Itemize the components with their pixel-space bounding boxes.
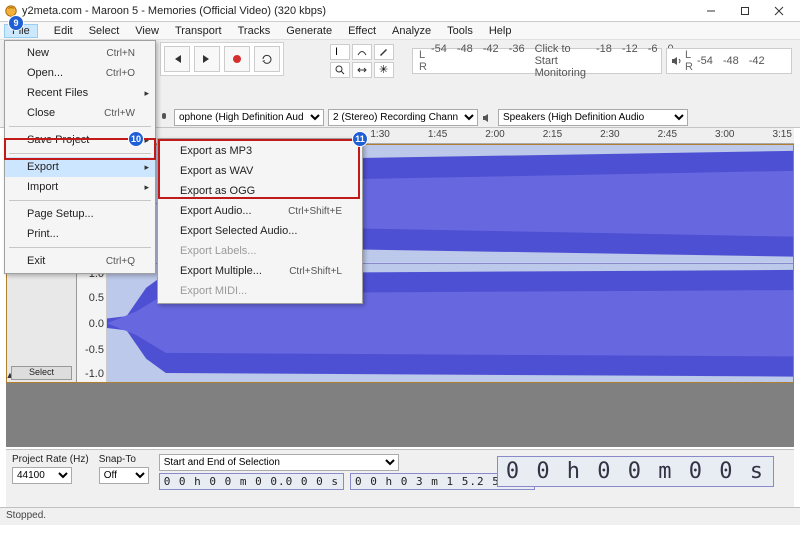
speaker-icon: [482, 112, 494, 124]
window-title: y2meta.com - Maroon 5 - Memories (Offici…: [22, 5, 694, 17]
playback-device-select[interactable]: Speakers (High Definition Audio: [498, 109, 688, 126]
snap-to-label: Snap-To: [99, 454, 149, 465]
project-rate-select[interactable]: 44100: [12, 467, 72, 484]
menu-view[interactable]: View: [127, 24, 167, 38]
export-labels: Export Labels...: [158, 241, 362, 261]
minimize-button[interactable]: [694, 1, 728, 21]
selection-mode-select[interactable]: Start and End of Selection: [159, 454, 399, 471]
playback-meter[interactable]: LR -54-48-42: [666, 48, 792, 74]
project-rate-label: Project Rate (Hz): [12, 454, 89, 465]
recording-meter[interactable]: LR -54-48-42-36 Click to Start Monitorin…: [412, 48, 662, 74]
export-submenu: Export as MP3 Export as WAV Export as OG…: [157, 138, 363, 304]
file-menu-open[interactable]: Open...Ctrl+O: [5, 63, 155, 83]
export-selected-audio[interactable]: Export Selected Audio...: [158, 221, 362, 241]
maximize-button[interactable]: [728, 1, 762, 21]
snap-to-select[interactable]: Off: [99, 467, 149, 484]
track-select-button[interactable]: Select: [11, 366, 72, 380]
draw-tool[interactable]: [374, 44, 394, 60]
transport-toolbar: [160, 42, 284, 76]
tool-palette: I ✳: [330, 44, 400, 78]
file-menu-dropdown: NewCtrl+N Open...Ctrl+O Recent Files▸ Cl…: [4, 40, 156, 274]
titlebar: y2meta.com - Maroon 5 - Memories (Offici…: [0, 0, 800, 22]
menu-select[interactable]: Select: [81, 24, 128, 38]
record-button[interactable]: [224, 46, 250, 72]
speaker-icon: [671, 55, 683, 67]
menu-effect[interactable]: Effect: [340, 24, 384, 38]
export-wav[interactable]: Export as WAV: [158, 161, 362, 181]
selection-tool[interactable]: I: [330, 44, 350, 60]
callout-badge-11: 11: [352, 131, 368, 147]
menu-generate[interactable]: Generate: [278, 24, 340, 38]
envelope-tool[interactable]: [352, 44, 372, 60]
timeshift-tool[interactable]: [352, 62, 372, 78]
close-button[interactable]: [762, 1, 796, 21]
recording-channels-select[interactable]: 2 (Stereo) Recording Chann: [328, 109, 478, 126]
file-menu-recent[interactable]: Recent Files▸: [5, 83, 155, 103]
file-menu-exit[interactable]: ExitCtrl+Q: [5, 251, 155, 271]
file-menu-new[interactable]: NewCtrl+N: [5, 43, 155, 63]
recording-device-select[interactable]: ophone (High Definition Aud: [174, 109, 324, 126]
selection-toolbar: Project Rate (Hz) 44100 Snap-To Off Star…: [6, 449, 794, 507]
file-menu-page-setup[interactable]: Page Setup...: [5, 204, 155, 224]
status-bar: Stopped.: [0, 507, 800, 525]
export-audio[interactable]: Export Audio...Ctrl+Shift+E: [158, 201, 362, 221]
menu-tools[interactable]: Tools: [439, 24, 481, 38]
svg-text:✳: ✳: [379, 65, 388, 75]
menu-tracks[interactable]: Tracks: [230, 24, 279, 38]
file-menu-export[interactable]: Export▸: [5, 157, 155, 177]
skip-end-button[interactable]: [194, 46, 220, 72]
menu-edit[interactable]: Edit: [46, 24, 81, 38]
file-menu-import[interactable]: Import▸: [5, 177, 155, 197]
selection-start-time[interactable]: 0 0 h 0 0 m 0 0.0 0 0 s: [159, 473, 344, 490]
svg-text:I: I: [335, 47, 338, 57]
menu-transport[interactable]: Transport: [167, 24, 230, 38]
menu-help[interactable]: Help: [481, 24, 520, 38]
empty-track-area[interactable]: [6, 383, 794, 447]
audio-position-time[interactable]: 0 0 h 0 0 m 0 0 s: [497, 456, 774, 487]
skip-start-button[interactable]: [164, 46, 190, 72]
multi-tool[interactable]: ✳: [374, 62, 394, 78]
menubar: File Edit Select View Transport Tracks G…: [0, 22, 800, 40]
callout-badge-10: 10: [128, 131, 144, 147]
export-mp3[interactable]: Export as MP3: [158, 141, 362, 161]
export-multiple[interactable]: Export Multiple...Ctrl+Shift+L: [158, 261, 362, 281]
loop-button[interactable]: [254, 46, 280, 72]
mic-icon: [158, 112, 170, 124]
export-ogg[interactable]: Export as OGG: [158, 181, 362, 201]
file-menu-close[interactable]: CloseCtrl+W: [5, 103, 155, 123]
callout-badge-9: 9: [8, 15, 24, 31]
menu-analyze[interactable]: Analyze: [384, 24, 439, 38]
file-menu-print[interactable]: Print...: [5, 224, 155, 244]
export-midi: Export MIDI...: [158, 281, 362, 301]
zoom-tool[interactable]: [330, 62, 350, 78]
